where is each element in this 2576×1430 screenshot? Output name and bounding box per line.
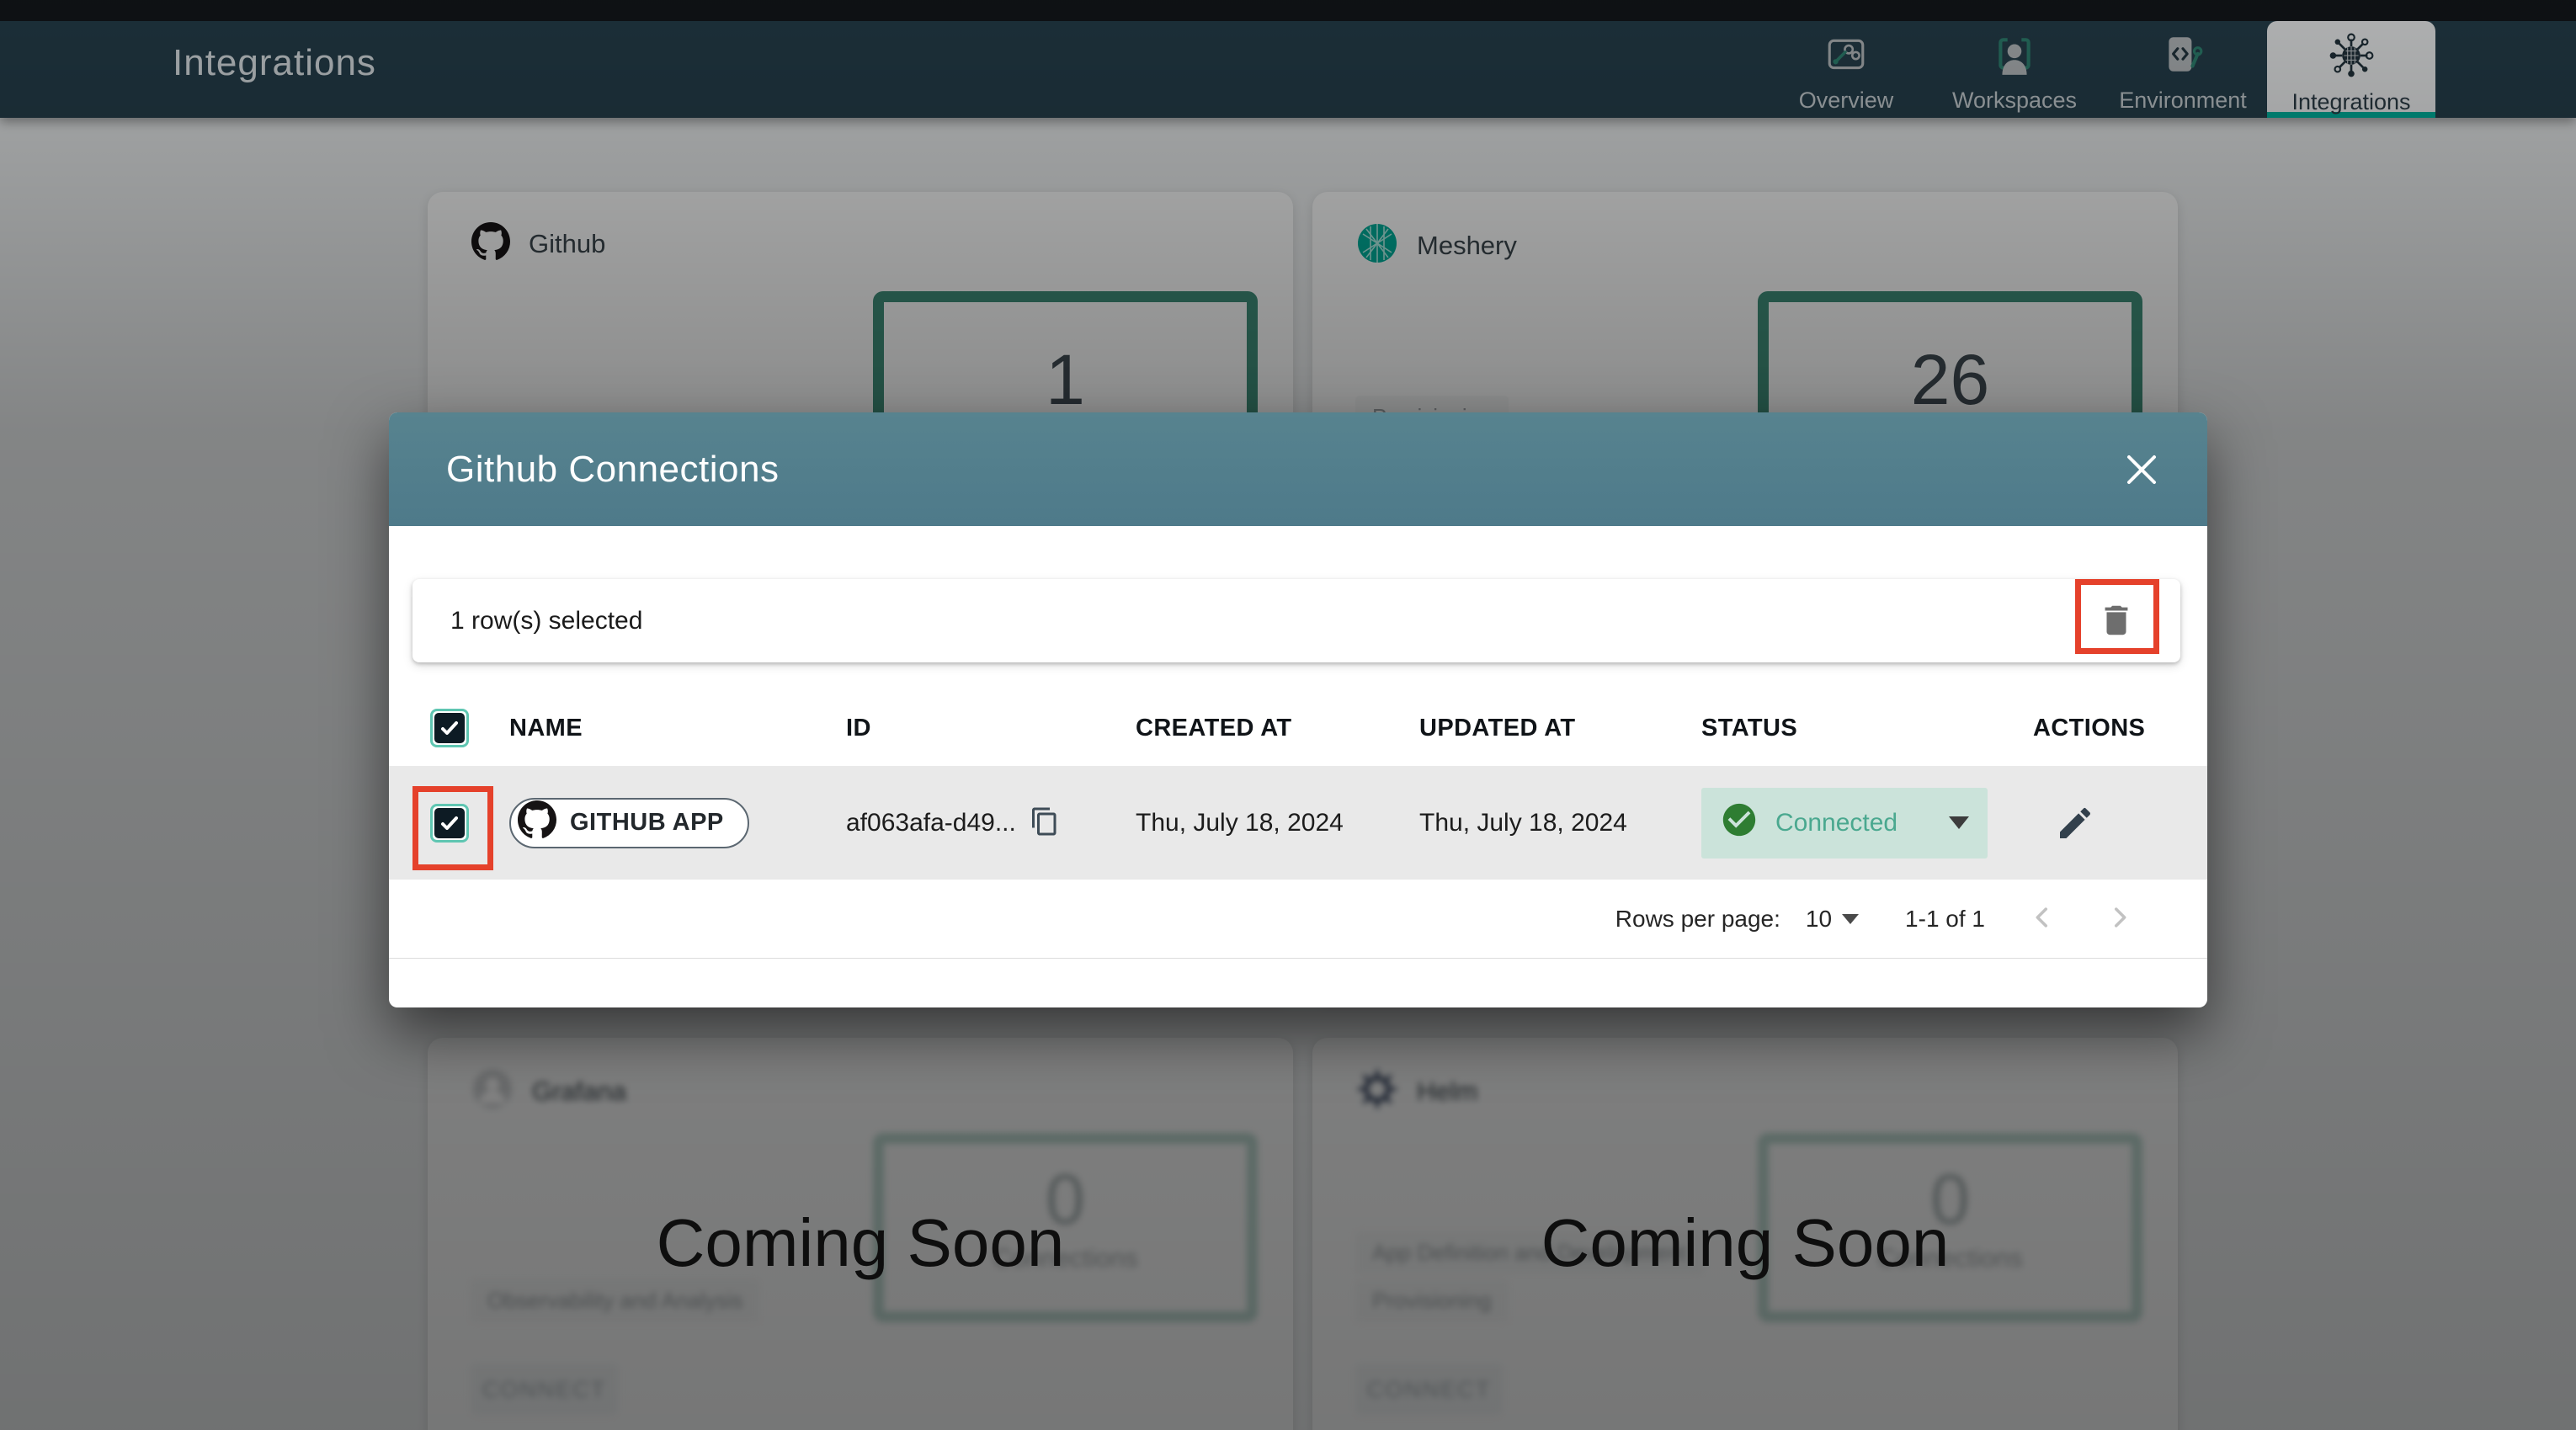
selection-toolbar: 1 row(s) selected [412, 579, 2180, 662]
annotation-box-row-checkbox [412, 786, 493, 870]
connection-id: af063afa-d49... [846, 808, 1016, 837]
selected-count-label: 1 row(s) selected [450, 606, 643, 635]
chevron-down-icon [1949, 816, 1969, 829]
modal-title: Github Connections [446, 448, 780, 490]
copy-icon[interactable] [1028, 806, 1062, 840]
table-row[interactable]: GITHUB APP af063afa-d49... Thu, July 18,… [389, 766, 2207, 880]
column-header-updated-at[interactable]: UPDATED AT [1419, 715, 1701, 742]
modal-header: Github Connections [389, 412, 2207, 526]
connection-name: GITHUB APP [570, 809, 724, 836]
next-page-icon[interactable] [2100, 899, 2140, 939]
status-dropdown[interactable]: Connected [1701, 787, 1988, 859]
column-header-name[interactable]: NAME [509, 715, 846, 742]
previous-page-icon[interactable] [2022, 899, 2062, 939]
rows-per-page-value: 10 [1805, 905, 1833, 932]
status-label: Connected [1775, 808, 1898, 837]
column-header-actions: ACTIONS [2033, 714, 2146, 742]
github-connections-modal: Github Connections 1 row(s) selected NAM… [389, 412, 2207, 1007]
github-logo-icon [518, 800, 556, 846]
close-icon[interactable] [2122, 450, 2161, 489]
select-all-checkbox[interactable] [429, 709, 469, 747]
column-header-status[interactable]: STATUS [1701, 715, 2033, 742]
annotation-box-delete-button [2075, 579, 2159, 654]
rows-per-page-select[interactable]: 10 [1805, 905, 1860, 933]
updated-at-cell: Thu, July 18, 2024 [1419, 808, 1627, 837]
column-header-id[interactable]: ID [846, 715, 1136, 742]
rows-per-page-label: Rows per page: [1615, 905, 1780, 932]
edit-icon[interactable] [2055, 803, 2095, 843]
created-at-cell: Thu, July 18, 2024 [1136, 808, 1344, 837]
chevron-down-icon [1842, 913, 1860, 924]
table-header-row: NAME ID CREATED AT UPDATED AT STATUS ACT… [389, 690, 2207, 766]
pagination-range: 1-1 of 1 [1905, 905, 1985, 932]
column-header-created-at[interactable]: CREATED AT [1136, 715, 1419, 742]
integrations-page: Github 1 Connections [0, 0, 2576, 1430]
connection-name-chip[interactable]: GITHUB APP [509, 797, 749, 848]
pagination-bar: Rows per page: 10 1-1 of 1 [389, 880, 2207, 959]
check-circle-icon [1720, 800, 1759, 846]
